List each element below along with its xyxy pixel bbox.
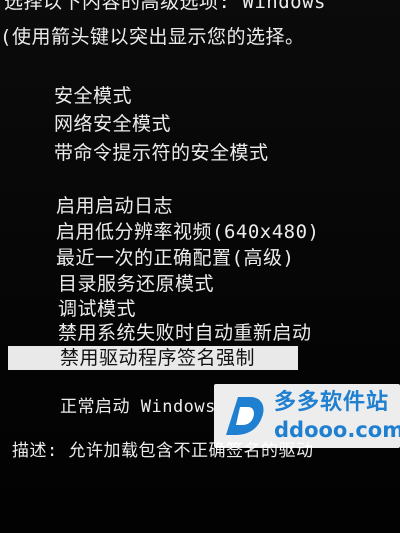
instruction-text: (使用箭头键以突出显示您的选择。 (0, 26, 305, 48)
watermark-url: ddooo.com (274, 418, 400, 442)
menu-item-disable-auto-restart[interactable]: 禁用系统失败时自动重新启动 (58, 322, 312, 344)
menu-item-boot-logging[interactable]: 启用启动日志 (56, 195, 173, 217)
watermark-title: 多多软件站 (274, 390, 390, 415)
menu-item-start-windows-normally[interactable]: 正常启动 Windows (60, 396, 216, 418)
menu-item-last-known-good-config[interactable]: 最近一次的正确配置(高级) (56, 247, 294, 269)
menu-item-safe-mode-command-prompt[interactable]: 带命令提示符的安全模式 (54, 142, 269, 164)
menu-item-low-resolution-video[interactable]: 启用低分辨率视频(640x480) (56, 221, 319, 243)
ddooo-logo-icon (226, 397, 264, 435)
menu-item-directory-services-restore[interactable]: 目录服务还原模式 (58, 273, 214, 295)
advanced-options-title: 选择以下内容的高级选项: Windows (4, 0, 326, 13)
site-watermark: 多多软件站 ddooo.com (214, 384, 400, 448)
menu-item-debugging-mode[interactable]: 调试模式 (58, 298, 136, 320)
menu-item-safe-mode-networking[interactable]: 网络安全模式 (54, 113, 171, 135)
boot-options-screen: 选择以下内容的高级选项: Windows (使用箭头键以突出显示您的选择。 安全… (0, 0, 400, 533)
menu-item-safe-mode[interactable]: 安全模式 (54, 85, 132, 107)
menu-item-disable-driver-signature-enforcement[interactable]: 禁用驱动程序签名强制 (60, 347, 255, 369)
